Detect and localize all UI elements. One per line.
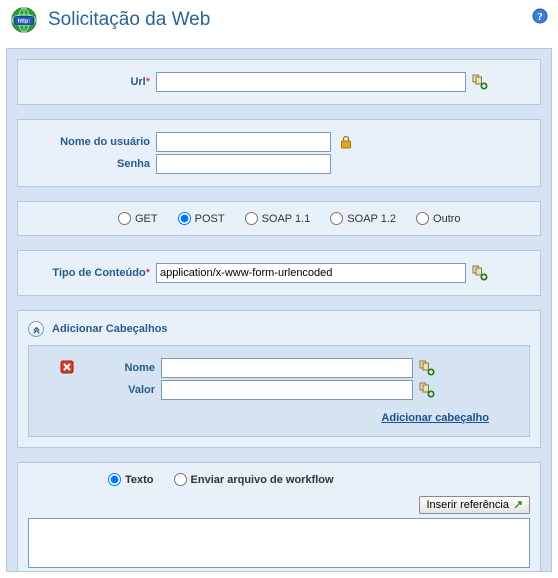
header-name-label: Nome bbox=[85, 362, 161, 374]
collapse-toggle-icon[interactable] bbox=[28, 321, 44, 337]
expand-arrow-icon bbox=[513, 500, 523, 510]
svg-text:http:: http: bbox=[18, 19, 31, 25]
insert-reference-button[interactable]: Inserir referência bbox=[419, 496, 530, 514]
delete-header-icon[interactable] bbox=[59, 359, 75, 375]
content-type-label: Tipo de Conteúdo* bbox=[28, 267, 156, 279]
headers-section-title: Adicionar Cabeçalhos bbox=[52, 323, 168, 335]
method-get-radio[interactable]: GET bbox=[118, 212, 158, 225]
lock-icon bbox=[339, 135, 353, 149]
username-label: Nome do usuário bbox=[28, 136, 156, 148]
lookup-icon[interactable] bbox=[419, 382, 435, 398]
method-soap12-radio[interactable]: SOAP 1.2 bbox=[330, 212, 396, 225]
method-post-radio[interactable]: POST bbox=[178, 212, 225, 225]
http-globe-icon: http: bbox=[10, 6, 38, 34]
password-label: Senha bbox=[28, 158, 156, 170]
method-other-radio[interactable]: Outro bbox=[416, 212, 461, 225]
page-title: Solicitação da Web bbox=[48, 9, 210, 31]
password-input[interactable] bbox=[156, 154, 331, 174]
username-input[interactable] bbox=[156, 132, 331, 152]
header-name-input[interactable] bbox=[161, 358, 413, 378]
svg-text:?: ? bbox=[537, 11, 543, 23]
body-file-radio[interactable]: Enviar arquivo de workflow bbox=[174, 473, 334, 486]
header-value-input[interactable] bbox=[161, 380, 413, 400]
lookup-icon[interactable] bbox=[419, 360, 435, 376]
body-text-radio[interactable]: Texto bbox=[108, 473, 154, 486]
content-type-input[interactable] bbox=[156, 263, 466, 283]
body-textarea[interactable] bbox=[28, 518, 530, 568]
method-soap11-radio[interactable]: SOAP 1.1 bbox=[245, 212, 311, 225]
add-header-link[interactable]: Adicionar cabeçalho bbox=[381, 412, 489, 424]
lookup-icon[interactable] bbox=[472, 265, 488, 281]
url-input[interactable] bbox=[156, 72, 466, 92]
url-label: Url* bbox=[28, 76, 156, 88]
header-value-label: Valor bbox=[85, 384, 161, 396]
lookup-icon[interactable] bbox=[472, 74, 488, 90]
help-icon[interactable]: ? bbox=[532, 8, 548, 24]
